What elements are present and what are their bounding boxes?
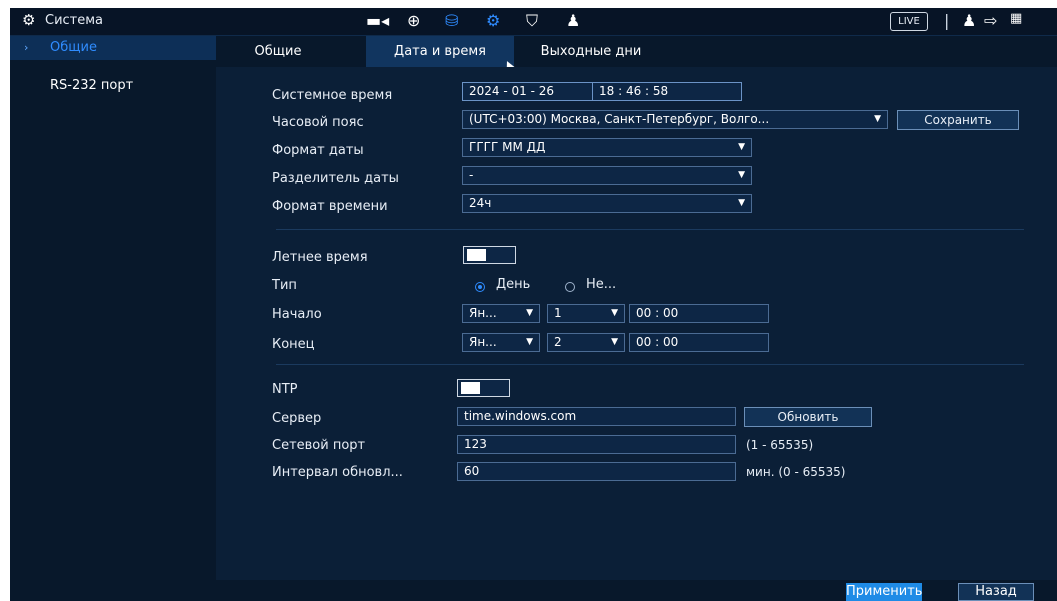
- system-date-field[interactable]: 2024 - 01 - 26: [462, 82, 593, 101]
- time-format-select[interactable]: 24ч ▼: [462, 194, 752, 213]
- system-gear-icon[interactable]: ⚙: [486, 11, 500, 30]
- start-month-value: Ян...: [469, 306, 497, 320]
- start-label: Начало: [272, 307, 322, 322]
- toggle-knob: [467, 249, 486, 261]
- date-separator-value: -: [469, 168, 474, 182]
- port-range-hint: (1 - 65535): [746, 438, 814, 452]
- port-label: Сетевой порт: [272, 438, 366, 453]
- camera-icon[interactable]: ▬◂: [366, 11, 389, 30]
- save-button[interactable]: Сохранить: [897, 110, 1019, 130]
- type-week-label: Не...: [586, 277, 617, 292]
- sidebar-item-label: Общие: [50, 40, 97, 55]
- interval-range-hint: мин. (0 - 65535): [746, 465, 846, 479]
- dst-toggle[interactable]: [463, 246, 516, 264]
- section-divider: [276, 229, 1024, 230]
- chevron-down-icon: ▼: [738, 198, 745, 208]
- divider-icon: |: [944, 11, 950, 30]
- time-format-value: 24ч: [469, 196, 492, 210]
- type-label: Тип: [272, 278, 297, 293]
- network-globe-icon[interactable]: ⊕: [407, 11, 420, 30]
- tab-bar: Общие Дата и время Выходные дни: [216, 36, 1057, 67]
- date-format-select[interactable]: ГГГГ ММ ДД ▼: [462, 138, 752, 157]
- interval-input[interactable]: 60: [457, 462, 736, 481]
- apply-button[interactable]: Применить: [846, 583, 922, 601]
- update-button[interactable]: Обновить: [744, 407, 872, 427]
- ntp-label: NTP: [272, 382, 298, 397]
- tab-general[interactable]: Общие: [238, 36, 318, 67]
- end-day-select[interactable]: 2 ▼: [547, 333, 625, 352]
- end-time-field[interactable]: 00 : 00: [629, 333, 769, 352]
- chevron-down-icon: ▼: [738, 142, 745, 152]
- sidebar: › Общие RS-232 порт: [10, 36, 216, 601]
- ntp-toggle[interactable]: [457, 379, 510, 397]
- end-day-value: 2: [554, 335, 562, 349]
- server-input[interactable]: time.windows.com: [457, 407, 736, 426]
- start-month-select[interactable]: Ян... ▼: [462, 304, 540, 323]
- user-icon[interactable]: ♟: [962, 11, 976, 30]
- end-month-select[interactable]: Ян... ▼: [462, 333, 540, 352]
- chevron-down-icon: ▼: [526, 337, 533, 347]
- back-button[interactable]: Назад: [958, 583, 1034, 601]
- timezone-select[interactable]: (UTC+03:00) Москва, Санкт-Петербург, Вол…: [462, 110, 888, 129]
- qr-code-icon[interactable]: ▦: [1010, 11, 1022, 26]
- chevron-down-icon: ▼: [874, 114, 881, 124]
- storage-icon[interactable]: ⛁: [445, 11, 458, 30]
- toggle-knob: [461, 382, 480, 394]
- system-time-field[interactable]: 18 : 46 : 58: [592, 82, 742, 101]
- bottom-bar: [216, 580, 1057, 601]
- sidebar-item-general[interactable]: › Общие: [10, 36, 216, 60]
- type-week-radio[interactable]: [565, 282, 575, 292]
- start-time-field[interactable]: 00 : 00: [629, 304, 769, 323]
- gear-icon: ⚙: [22, 11, 36, 29]
- page-title: Система: [45, 13, 104, 28]
- type-day-radio[interactable]: [475, 282, 485, 292]
- time-format-label: Формат времени: [272, 199, 388, 214]
- top-bar: ⚙ Система ▬◂ ⊕ ⛁ ⚙ ⛉ ♟ LIVE | ♟ ⇨ ▦: [10, 8, 1057, 36]
- start-day-select[interactable]: 1 ▼: [547, 304, 625, 323]
- chevron-down-icon: ▼: [611, 337, 618, 347]
- tab-holidays[interactable]: Выходные дни: [526, 36, 656, 67]
- system-time-label: Системное время: [272, 88, 393, 103]
- section-divider: [276, 364, 1024, 365]
- end-label: Конец: [272, 337, 315, 352]
- logout-icon[interactable]: ⇨: [984, 11, 997, 30]
- chevron-down-icon: ▼: [738, 170, 745, 180]
- sidebar-item-rs232[interactable]: RS-232 порт: [10, 74, 216, 98]
- live-button[interactable]: LIVE: [890, 12, 928, 31]
- timezone-label: Часовой пояс: [272, 115, 364, 130]
- shield-icon[interactable]: ⛉: [526, 11, 538, 31]
- dst-label: Летнее время: [272, 250, 368, 265]
- chevron-down-icon: ▼: [611, 308, 618, 318]
- date-time-settings: Системное время 2024 - 01 - 26 18 : 46 :…: [216, 67, 1057, 601]
- date-separator-label: Разделитель даты: [272, 171, 399, 186]
- chevron-right-icon: ›: [24, 41, 29, 54]
- sidebar-item-label: RS-232 порт: [50, 78, 134, 93]
- date-format-value: ГГГГ ММ ДД: [469, 140, 546, 154]
- type-day-label: День: [496, 277, 531, 292]
- interval-label: Интервал обновл...: [272, 465, 403, 480]
- system-window: ⚙ Система ▬◂ ⊕ ⛁ ⚙ ⛉ ♟ LIVE | ♟ ⇨ ▦ › Об…: [10, 8, 1057, 601]
- date-format-label: Формат даты: [272, 143, 364, 158]
- date-separator-select[interactable]: - ▼: [462, 166, 752, 185]
- start-day-value: 1: [554, 306, 562, 320]
- port-input[interactable]: 123: [457, 435, 736, 454]
- server-label: Сервер: [272, 411, 322, 426]
- chevron-down-icon: ▼: [526, 308, 533, 318]
- timezone-value: (UTC+03:00) Москва, Санкт-Петербург, Вол…: [469, 112, 770, 126]
- user-account-icon[interactable]: ♟: [566, 11, 580, 30]
- end-month-value: Ян...: [469, 335, 497, 349]
- tab-date-time[interactable]: Дата и время: [366, 36, 514, 67]
